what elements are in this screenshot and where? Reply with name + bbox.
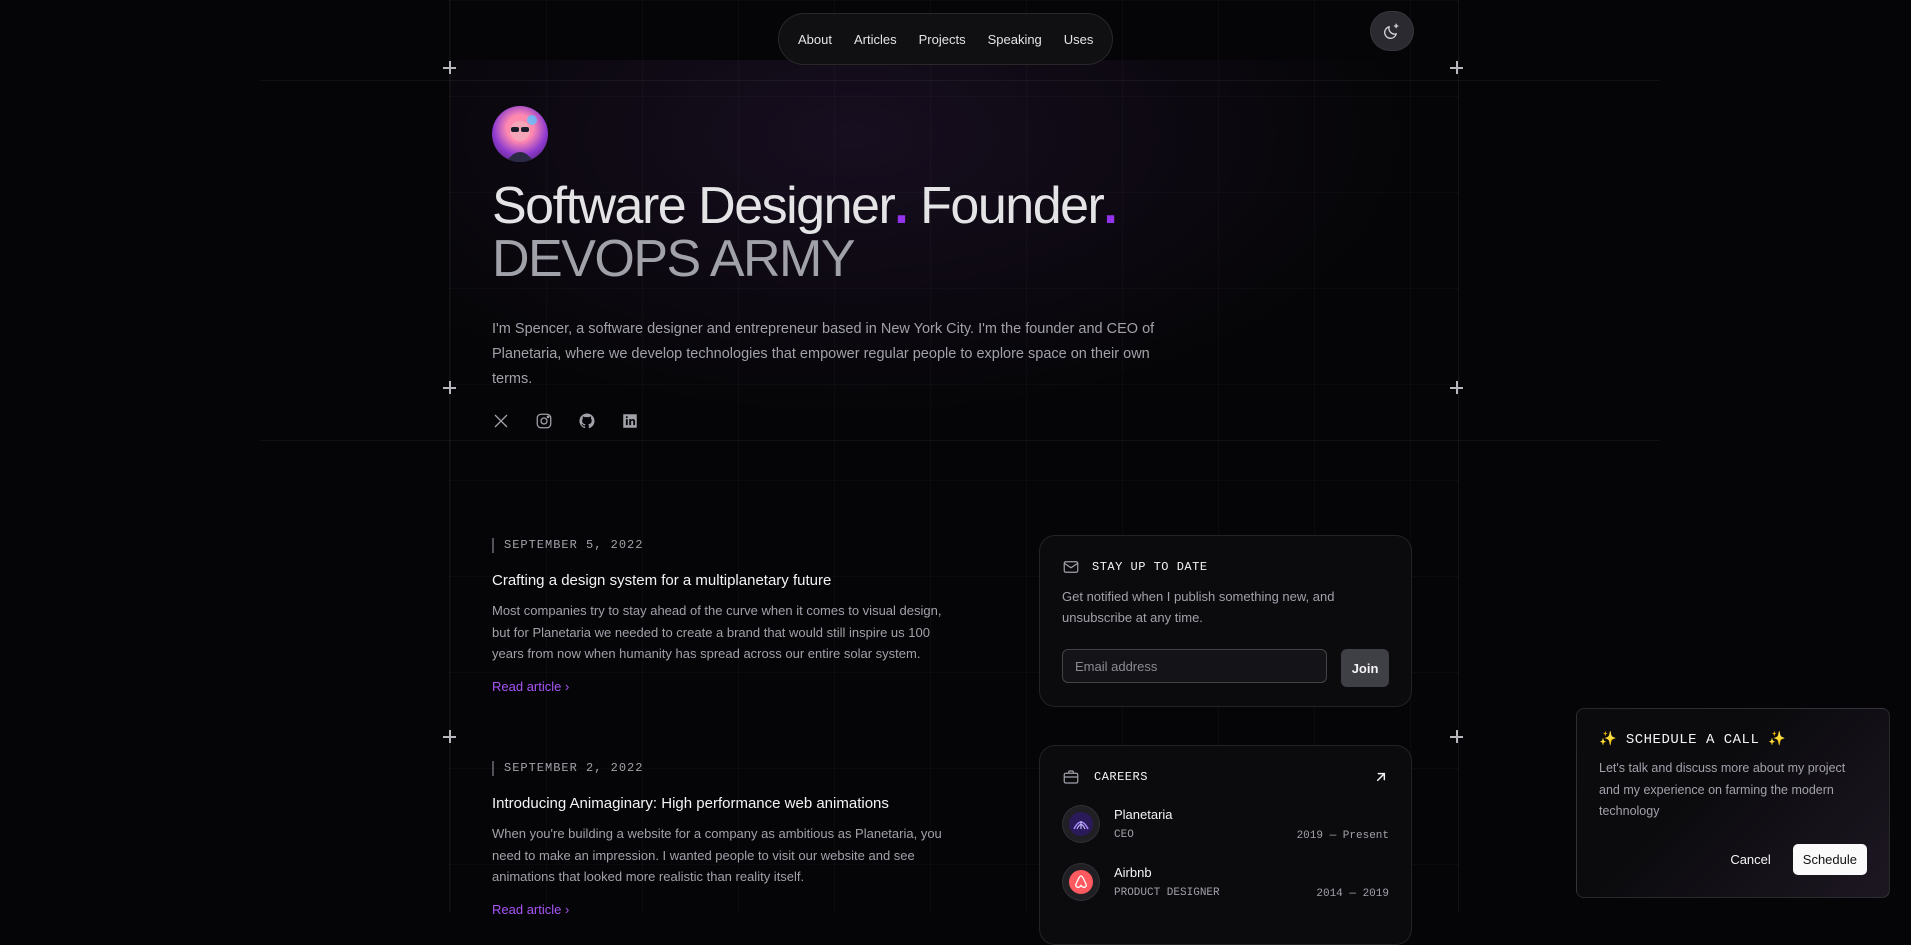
nav-item-projects[interactable]: Projects bbox=[908, 32, 977, 47]
dialog-title: ✨ SCHEDULE A CALL ✨ bbox=[1599, 732, 1787, 748]
careers-card: CAREERS Planetaria CEO 2019 — Present Ai… bbox=[1039, 745, 1412, 945]
email-field[interactable] bbox=[1062, 649, 1328, 683]
cancel-button[interactable]: Cancel bbox=[1722, 852, 1778, 867]
article-date: SEPTEMBER 2, 2022 bbox=[492, 761, 962, 776]
hero-bio: I'm Spencer, a software designer and ent… bbox=[492, 321, 1155, 387]
corner-plus-icon bbox=[443, 61, 456, 74]
nav-item-uses[interactable]: Uses bbox=[1053, 32, 1105, 47]
instagram-icon[interactable] bbox=[535, 412, 553, 430]
article-card: SEPTEMBER 5, 2022 Crafting a design syst… bbox=[492, 538, 962, 696]
title-dot: . bbox=[894, 177, 908, 235]
airbnb-logo-icon bbox=[1062, 863, 1100, 901]
careers-title: CAREERS bbox=[1094, 770, 1148, 784]
job-dates: 2014 — 2019 bbox=[1316, 888, 1389, 900]
read-article-link[interactable]: Read article › bbox=[492, 902, 569, 917]
job-item: Airbnb PRODUCT DESIGNER 2014 — 2019 bbox=[1062, 862, 1389, 902]
divider-line bbox=[260, 440, 1660, 441]
schedule-call-dialog: ✨ SCHEDULE A CALL ✨ Let's talk and discu… bbox=[1576, 708, 1890, 898]
chevron-right-icon: › bbox=[565, 678, 570, 694]
jobs-list: Planetaria CEO 2019 — Present Airbnb PRO… bbox=[1062, 804, 1389, 902]
article-description: Most companies try to stay ahead of the … bbox=[492, 603, 942, 661]
schedule-button[interactable]: Schedule bbox=[1792, 844, 1867, 875]
job-company: Airbnb bbox=[1114, 865, 1152, 880]
corner-plus-icon bbox=[443, 381, 456, 394]
briefcase-icon bbox=[1063, 770, 1079, 784]
hero-title-part1: Software Designer bbox=[492, 177, 896, 235]
hero-title: Software Designer. Founder. DEVOPS ARMY bbox=[492, 177, 1118, 288]
join-button[interactable]: Join bbox=[1341, 649, 1389, 687]
job-role: PRODUCT DESIGNER bbox=[1114, 887, 1220, 899]
mail-icon bbox=[1063, 561, 1079, 573]
corner-plus-icon bbox=[1450, 61, 1463, 74]
article-card: SEPTEMBER 2, 2022 Introducing Animaginar… bbox=[492, 761, 962, 919]
github-icon[interactable] bbox=[578, 412, 596, 430]
corner-plus-icon bbox=[1450, 730, 1463, 743]
avatar bbox=[492, 106, 548, 162]
article-description: When you're building a website for a com… bbox=[492, 826, 942, 884]
newsletter-title: STAY UP TO DATE bbox=[1092, 560, 1208, 574]
nav-item-speaking[interactable]: Speaking bbox=[977, 32, 1053, 47]
arrow-up-right-icon[interactable] bbox=[1373, 769, 1389, 785]
corner-plus-icon bbox=[443, 730, 456, 743]
linkedin-icon[interactable] bbox=[621, 412, 639, 430]
job-company: Planetaria bbox=[1114, 807, 1173, 822]
nav-item-articles[interactable]: Articles bbox=[843, 32, 908, 47]
newsletter-card: STAY UP TO DATE Get notified when I publ… bbox=[1039, 535, 1412, 707]
chevron-right-icon: › bbox=[565, 901, 570, 917]
read-article-link[interactable]: Read article › bbox=[492, 679, 569, 694]
job-role: CEO bbox=[1114, 829, 1134, 841]
moon-sparkle-icon bbox=[1384, 23, 1399, 39]
hero-subtitle: DEVOPS ARMY bbox=[492, 230, 856, 288]
planetaria-logo-icon bbox=[1062, 805, 1100, 843]
main-nav: About Articles Projects Speaking Uses bbox=[778, 13, 1114, 65]
corner-plus-icon bbox=[1450, 381, 1463, 394]
x-icon[interactable] bbox=[492, 412, 510, 430]
dialog-text: Let's talk and discuss more about my pro… bbox=[1599, 761, 1846, 818]
hero-title-part2: Founder bbox=[920, 177, 1105, 235]
article-title[interactable]: Crafting a design system for a multiplan… bbox=[492, 572, 962, 589]
title-dot: . bbox=[1103, 177, 1117, 235]
article-title[interactable]: Introducing Animaginary: High performanc… bbox=[492, 795, 962, 812]
job-dates: 2019 — Present bbox=[1296, 830, 1389, 842]
newsletter-text: Get notified when I publish something ne… bbox=[1062, 589, 1335, 625]
nav-item-about[interactable]: About bbox=[787, 32, 843, 47]
theme-toggle-button[interactable] bbox=[1370, 11, 1414, 51]
social-links bbox=[492, 412, 639, 430]
article-date: SEPTEMBER 5, 2022 bbox=[492, 538, 962, 553]
divider-line bbox=[260, 80, 1660, 81]
newsletter-form: Join bbox=[1062, 649, 1389, 687]
job-item: Planetaria CEO 2019 — Present bbox=[1062, 804, 1389, 844]
